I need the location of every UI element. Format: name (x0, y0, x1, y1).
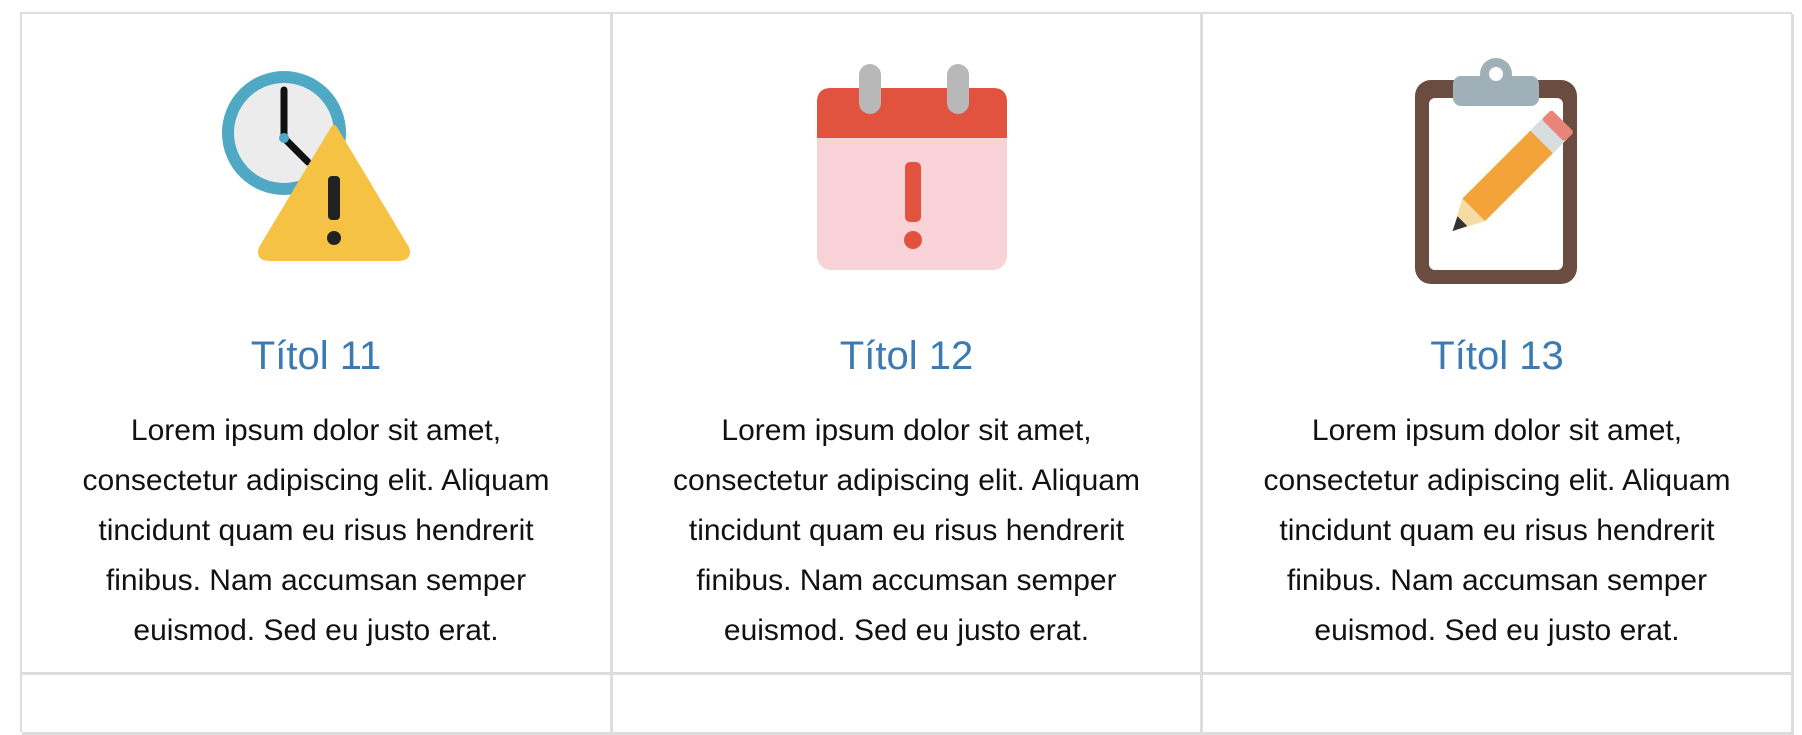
card-11: Títol 11 Lorem ipsum dolor sit amet, con… (22, 14, 613, 675)
calendar-alert-icon (797, 58, 1017, 298)
card-grid: Títol 11 Lorem ipsum dolor sit amet, con… (20, 12, 1794, 735)
card-empty (1203, 675, 1794, 735)
clock-warning-icon (206, 58, 426, 298)
clipboard-pencil-icon (1387, 58, 1607, 298)
card-12: Títol 12 Lorem ipsum dolor sit amet, con… (613, 14, 1203, 675)
card-text: Lorem ipsum dolor sit amet, consectetur … (1263, 414, 1731, 647)
card-text: Lorem ipsum dolor sit amet, consectetur … (673, 414, 1140, 647)
card-title[interactable]: Títol 11 (251, 332, 381, 380)
card-empty (22, 675, 613, 735)
card-empty (613, 675, 1203, 735)
card-title[interactable]: Títol 12 (840, 332, 973, 380)
card-text: Lorem ipsum dolor sit amet, consectetur … (82, 414, 550, 647)
card-title[interactable]: Títol 13 (1430, 332, 1563, 380)
card-13: Títol 13 Lorem ipsum dolor sit amet, con… (1203, 14, 1794, 675)
